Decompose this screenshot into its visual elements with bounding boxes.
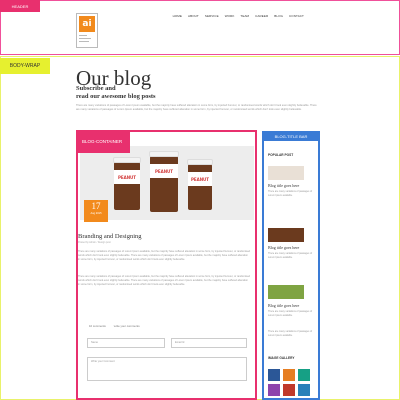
nav-item-team[interactable]: TEAM bbox=[240, 14, 249, 18]
gallery-image[interactable] bbox=[298, 369, 310, 381]
blog-container-tag: BLOG-CONTAINER bbox=[78, 131, 130, 153]
popular-post-heading: POPULAR POST bbox=[268, 153, 294, 157]
date-month: Aug 2015 bbox=[90, 212, 102, 215]
intro-text: There are many variations of passages of… bbox=[76, 104, 317, 111]
gallery-image[interactable] bbox=[268, 384, 280, 396]
jar-image: PEANUT bbox=[149, 151, 179, 212]
gallery-image[interactable] bbox=[283, 384, 295, 396]
post-date-badge: 17 Aug 2015 bbox=[84, 200, 108, 222]
logo-line bbox=[79, 38, 91, 39]
post-paragraph: There are many variations of passages of… bbox=[78, 275, 250, 286]
gallery-image[interactable] bbox=[298, 384, 310, 396]
image-gallery bbox=[268, 369, 310, 396]
nav-item-career[interactable]: CAREER bbox=[255, 14, 268, 18]
gallery-image[interactable] bbox=[283, 369, 295, 381]
logo-line bbox=[79, 35, 87, 36]
main-nav: HOME ABOUT SERVICE WORK TEAM CAREER BLOG… bbox=[173, 14, 304, 18]
nav-item-blog[interactable]: BLOG bbox=[274, 14, 283, 18]
nav-item-service[interactable]: SERVICE bbox=[205, 14, 219, 18]
popular-post-thumb[interactable] bbox=[268, 285, 304, 299]
email-field[interactable]: Email Id bbox=[171, 338, 247, 348]
body-wrap-tag: BODY-WRAP bbox=[0, 58, 50, 74]
logo-line bbox=[79, 41, 89, 42]
subtitle-line-2: read our awesome blog posts bbox=[76, 93, 156, 100]
post-meta: Posted by Admin / Design post bbox=[78, 241, 111, 244]
blog-title-bar-tag: BLOG-TITLE BAR bbox=[262, 131, 320, 141]
popular-post-text: There are many variations of passages of… bbox=[268, 190, 312, 197]
popular-post-title[interactable]: Blog title goes here bbox=[268, 303, 299, 308]
nav-item-about[interactable]: ABOUT bbox=[188, 14, 199, 18]
comment-textarea[interactable]: Write your Comment bbox=[87, 357, 247, 381]
post-paragraph: There are many variations of passages of… bbox=[78, 250, 250, 261]
page-subtitle: Subscribe and read our awesome blog post… bbox=[76, 85, 156, 101]
popular-post-title[interactable]: Blog title goes here bbox=[268, 183, 299, 188]
popular-post-text: There are many variations of passages of… bbox=[268, 252, 312, 259]
comments-count: 10 comments bbox=[89, 324, 106, 328]
nav-item-work[interactable]: WORK bbox=[225, 14, 235, 18]
header-tag: HEADER bbox=[0, 0, 40, 12]
jar-image: PEANUT bbox=[113, 157, 141, 210]
sidebar-extra-text: There are many variations of passages of… bbox=[268, 330, 312, 337]
image-gallery-heading: IMAGE GALLERY bbox=[268, 356, 295, 360]
post-title[interactable]: Branding and Designing bbox=[78, 233, 142, 240]
date-day: 17 bbox=[91, 201, 101, 211]
nav-item-home[interactable]: HOME bbox=[173, 14, 182, 18]
subtitle-line-1: Subscribe and bbox=[76, 85, 116, 92]
name-field[interactable]: Name bbox=[87, 338, 165, 348]
write-comment-link[interactable]: write your comments bbox=[114, 324, 140, 328]
header-region bbox=[0, 0, 400, 55]
logo-mark: ai bbox=[79, 16, 95, 32]
popular-post-thumb[interactable] bbox=[268, 228, 304, 242]
jar-image: PEANUT bbox=[187, 159, 213, 210]
comments-bar: 10 comments write your comments bbox=[89, 324, 140, 328]
popular-post-title[interactable]: Blog title goes here bbox=[268, 245, 299, 250]
nav-item-contact[interactable]: CONTACT bbox=[289, 14, 304, 18]
gallery-image[interactable] bbox=[268, 369, 280, 381]
site-logo[interactable]: ai bbox=[76, 13, 98, 48]
popular-post-thumb[interactable] bbox=[268, 166, 304, 180]
popular-post-text: There are many variations of passages of… bbox=[268, 310, 312, 317]
